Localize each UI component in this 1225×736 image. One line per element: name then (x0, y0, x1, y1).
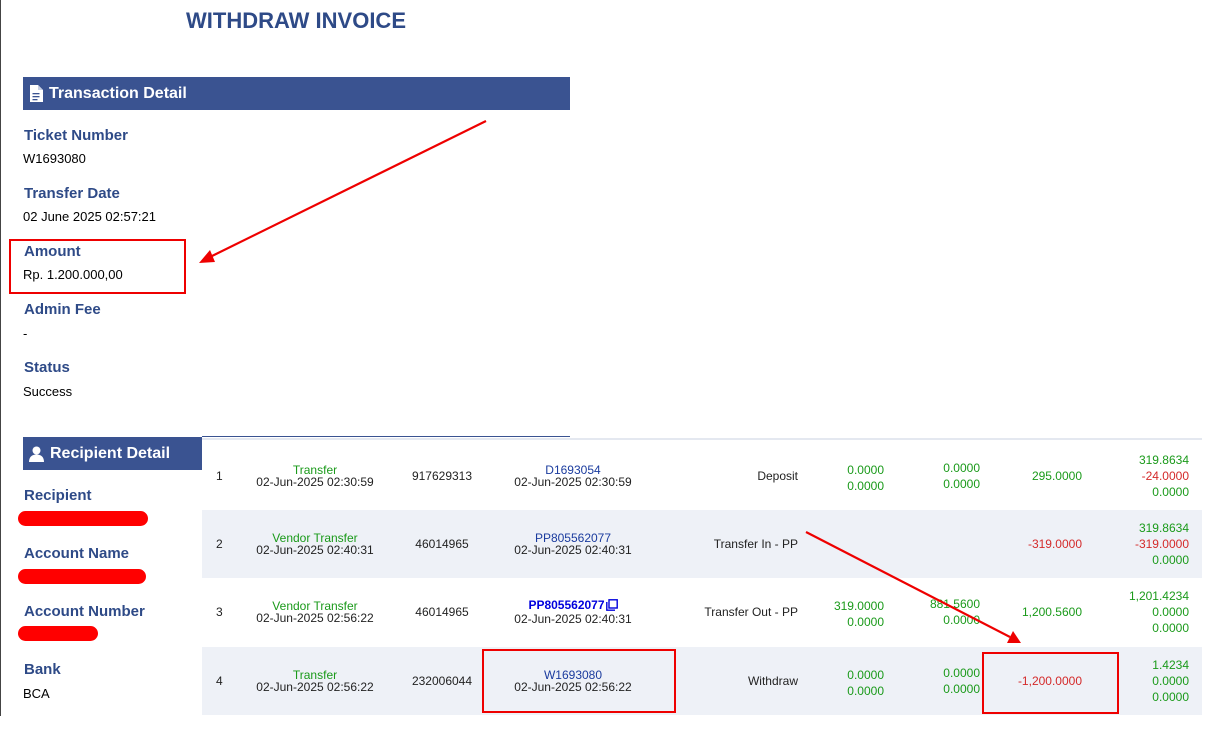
row-col-a: 0.0000 0.0000 (822, 462, 884, 494)
col-a-value: 0.0000 (847, 463, 884, 477)
row-ref-id-line: PP805562077 (502, 599, 644, 613)
row-ref-cell: PP805562077 02-Jun-2025 02:40:31 (502, 599, 644, 625)
transfer-date-value: 02 June 2025 02:57:21 (23, 209, 157, 224)
transaction-detail-header: Transaction Detail (23, 77, 570, 110)
row-balance: 319.8634 -319.0000 0.0000 (1112, 520, 1189, 568)
table-row: 3 Vendor Transfer 02-Jun-2025 02:56:22 4… (202, 578, 1202, 646)
row-type-cell: Transfer 02-Jun-2025 02:56:22 (242, 669, 388, 693)
balance-value: 0.0000 (1152, 674, 1189, 688)
recipient-detail-title: Recipient Detail (50, 444, 171, 462)
row-ref-number: 232006044 (411, 674, 473, 688)
row-description: Transfer Out - PP (704, 605, 798, 619)
row-col-a: 319.0000 0.0000 (822, 598, 884, 630)
row-description: Withdraw (747, 674, 798, 688)
row-type-time: 02-Jun-2025 02:56:22 (256, 611, 374, 625)
bank-value: BCA (23, 686, 50, 701)
copy-icon[interactable] (605, 599, 618, 613)
section-divider (202, 436, 570, 437)
recipient-label: Recipient (24, 487, 92, 504)
account-number-label: Account Number (24, 603, 145, 620)
row-type-time: 02-Jun-2025 02:40:31 (256, 543, 374, 557)
balance-value: 1.4234 (1152, 658, 1189, 672)
page-title: WITHDRAW INVOICE (186, 8, 406, 33)
row-amount: 295.0000 (1031, 469, 1082, 483)
status-value: Success (23, 384, 73, 399)
row-ref-time: 02-Jun-2025 02:40:31 (514, 612, 632, 626)
col-a-value: 0.0000 (847, 615, 884, 629)
withdraw-amount-highlight-box (982, 652, 1119, 714)
arrow-to-amount (199, 120, 487, 263)
row-ref-number: 917629313 (411, 469, 473, 483)
balance-value: -319.0000 (1134, 537, 1189, 551)
col-b-value: 0.0000 (943, 666, 980, 680)
col-b-value: 881.5600 (929, 597, 980, 611)
row-number: 4 (216, 674, 223, 688)
row-number: 1 (216, 469, 223, 483)
row-col-b: 881.5600 0.0000 (918, 596, 980, 628)
ticket-number-value: W1693080 (23, 151, 86, 166)
row-type-time: 02-Jun-2025 02:56:22 (256, 680, 374, 694)
row-description: Deposit (757, 469, 798, 483)
row-type-cell: Vendor Transfer 02-Jun-2025 02:40:31 (242, 532, 388, 556)
balance-value: 1,201.4234 (1128, 589, 1189, 603)
row-ref-id[interactable]: PP805562077 (528, 598, 604, 612)
table-row: 1 Transfer 02-Jun-2025 02:30:59 91762931… (202, 442, 1202, 510)
row-type-cell: Transfer 02-Jun-2025 02:30:59 (242, 464, 388, 488)
balance-value: 0.0000 (1152, 621, 1189, 635)
document-icon (29, 85, 43, 102)
transaction-detail-title: Transaction Detail (49, 84, 187, 102)
col-a-value: 0.0000 (847, 479, 884, 493)
ticket-number-label: Ticket Number (24, 127, 128, 144)
row-ref-cell: D1693054 02-Jun-2025 02:30:59 (502, 464, 644, 488)
row-amount: -319.0000 (1027, 537, 1082, 551)
col-b-value: 0.0000 (943, 682, 980, 696)
balance-value: 319.8634 (1138, 453, 1189, 467)
amount-highlight-box (9, 239, 186, 294)
transfer-date-label: Transfer Date (24, 185, 120, 202)
col-b-value: 0.0000 (943, 477, 980, 491)
row-ref-number: 46014965 (415, 537, 469, 551)
account-name-label: Account Name (24, 545, 130, 562)
balance-value: 319.8634 (1138, 521, 1189, 535)
row-ref-time: 02-Jun-2025 02:40:31 (514, 543, 632, 557)
row-col-a: 0.0000 0.0000 (822, 667, 884, 699)
balance-value: -24.0000 (1141, 469, 1189, 483)
col-a-value: 319.0000 (833, 599, 884, 613)
user-icon (29, 446, 44, 462)
row-type-time: 02-Jun-2025 02:30:59 (256, 475, 374, 489)
row-ref-cell: PP805562077 02-Jun-2025 02:40:31 (502, 532, 644, 556)
row-number: 3 (216, 605, 223, 619)
table-row: 2 Vendor Transfer 02-Jun-2025 02:40:31 4… (202, 510, 1202, 578)
table-top-border (202, 438, 1202, 440)
row-balance: 319.8634 -24.0000 0.0000 (1112, 452, 1189, 500)
recipient-detail-header: Recipient Detail (23, 437, 202, 470)
balance-value: 0.0000 (1152, 485, 1189, 499)
balance-value: 0.0000 (1152, 690, 1189, 704)
col-b-value: 0.0000 (943, 613, 980, 627)
col-a-value: 0.0000 (847, 668, 884, 682)
row-ref-number: 46014965 (415, 605, 469, 619)
page-border (0, 0, 1, 716)
col-a-value: 0.0000 (847, 684, 884, 698)
status-label: Status (24, 359, 70, 376)
balance-value: 0.0000 (1152, 553, 1189, 567)
row-type-cell: Vendor Transfer 02-Jun-2025 02:56:22 (242, 600, 388, 624)
recipient-redaction (18, 511, 148, 526)
col-b-value: 0.0000 (943, 461, 980, 475)
row-amount: 1,200.5600 (1021, 605, 1082, 619)
row-col-b: 0.0000 0.0000 (918, 665, 980, 697)
row-balance: 1,201.4234 0.0000 0.0000 (1112, 588, 1189, 636)
admin-fee-value: - (23, 326, 28, 341)
row-ref-time: 02-Jun-2025 02:30:59 (514, 475, 632, 489)
withdraw-ref-highlight-box (482, 649, 676, 713)
balance-value: 0.0000 (1152, 605, 1189, 619)
account-name-redaction (18, 569, 146, 584)
row-number: 2 (216, 537, 223, 551)
row-balance: 1.4234 0.0000 0.0000 (1112, 657, 1189, 705)
row-col-b: 0.0000 0.0000 (918, 460, 980, 492)
row-description: Transfer In - PP (713, 537, 798, 551)
bank-label: Bank (24, 661, 61, 678)
admin-fee-label: Admin Fee (24, 301, 101, 318)
account-number-redaction (18, 626, 98, 641)
